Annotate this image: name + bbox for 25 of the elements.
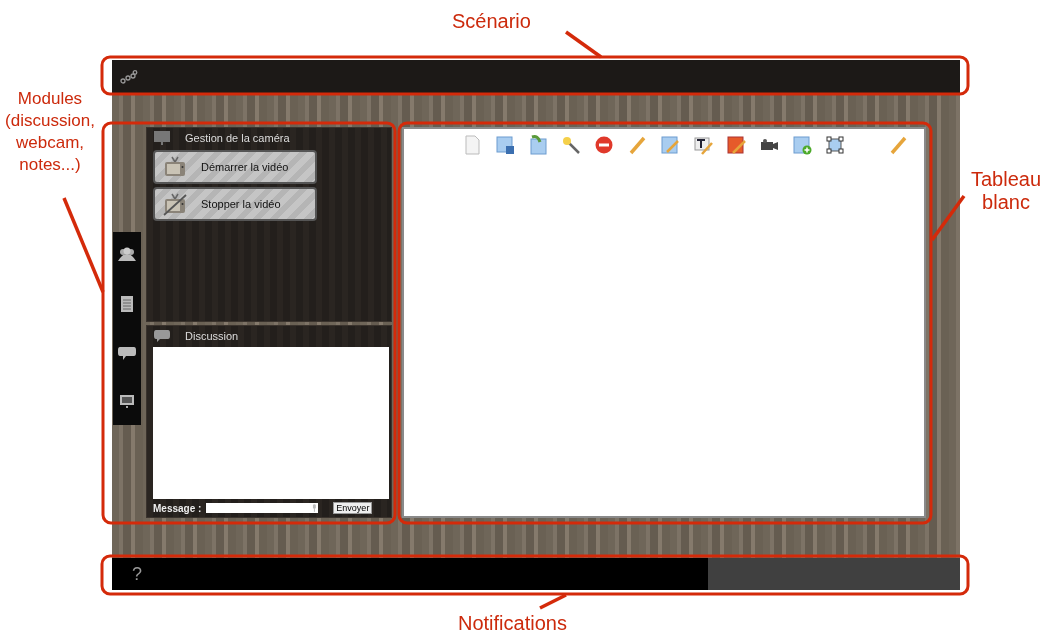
speech-bubble-icon bbox=[153, 329, 171, 343]
magic-wand-icon[interactable] bbox=[561, 135, 581, 155]
text-tool-icon[interactable] bbox=[693, 135, 713, 155]
delete-icon[interactable] bbox=[594, 135, 614, 155]
message-label: Message : bbox=[153, 502, 202, 514]
save-page-icon[interactable] bbox=[495, 135, 515, 155]
help-link[interactable]: ? bbox=[132, 563, 142, 585]
start-video-button[interactable]: Démarrer la vidéo bbox=[153, 150, 317, 184]
callout-label: Notifications bbox=[458, 612, 567, 635]
callout-label: Tableau blanc bbox=[969, 168, 1043, 214]
resize-frame-icon[interactable] bbox=[825, 135, 845, 155]
panel-title: Discussion bbox=[185, 330, 239, 342]
send-button[interactable]: Envoyer bbox=[333, 502, 373, 514]
import-page-icon[interactable] bbox=[528, 135, 548, 155]
message-field[interactable] bbox=[206, 503, 319, 513]
stop-video-button[interactable]: Stopper la vidéo bbox=[153, 187, 317, 221]
add-page-icon[interactable] bbox=[792, 135, 812, 155]
crossed-tv-icon bbox=[163, 192, 187, 216]
callout-label: Scénario bbox=[452, 10, 531, 33]
image-edit-icon[interactable] bbox=[726, 135, 746, 155]
monitor-icon bbox=[153, 130, 171, 146]
tv-icon bbox=[163, 155, 187, 179]
panel-title: Gestion de la caméra bbox=[185, 132, 290, 144]
scenario-chain-icon[interactable] bbox=[120, 69, 138, 84]
callout-label: Modules (discussion, webcam, notes...) bbox=[4, 88, 96, 176]
